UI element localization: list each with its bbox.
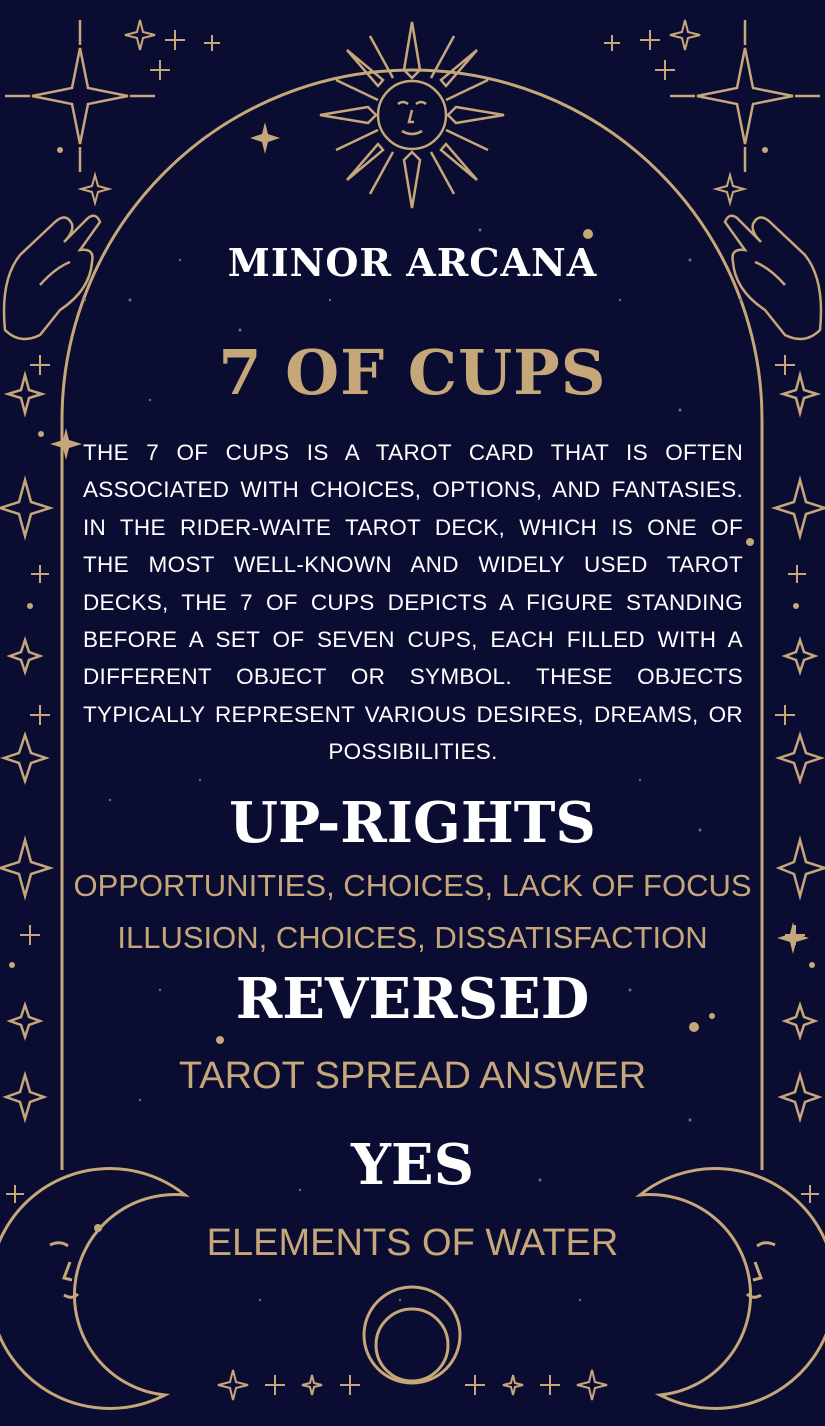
upright-meaning: OPPORTUNITIES, CHOICES, LACK OF FOCUS [73,868,752,903]
card-description: THE 7 OF CUPS IS A TAROT CARD THAT IS OF… [83,440,743,765]
spread-answer-value: YES [350,1132,475,1198]
spread-answer-label: TAROT SPREAD ANSWER [178,1055,647,1097]
card-subtitle: MINOR ARCANA [227,240,598,285]
reversed-meaning: ILLUSION, CHOICES, DISSATISFACTION [117,920,708,955]
sun-face-icon [319,21,505,209]
upright-heading: UP-RIGHTS [229,790,596,856]
tarot-card: MINOR ARCANA 7 OF CUPS THE 7 OF CUPS IS … [0,0,825,1426]
crescent-moon-face-icon [635,1166,825,1410]
reversed-heading: REVERSED [235,966,590,1032]
card-title: 7 OF CUPS [218,336,607,409]
ring-icon [362,1285,462,1385]
crescent-moon-face-icon [0,1166,190,1410]
element-label: ELEMENTS OF WATER [206,1222,619,1264]
